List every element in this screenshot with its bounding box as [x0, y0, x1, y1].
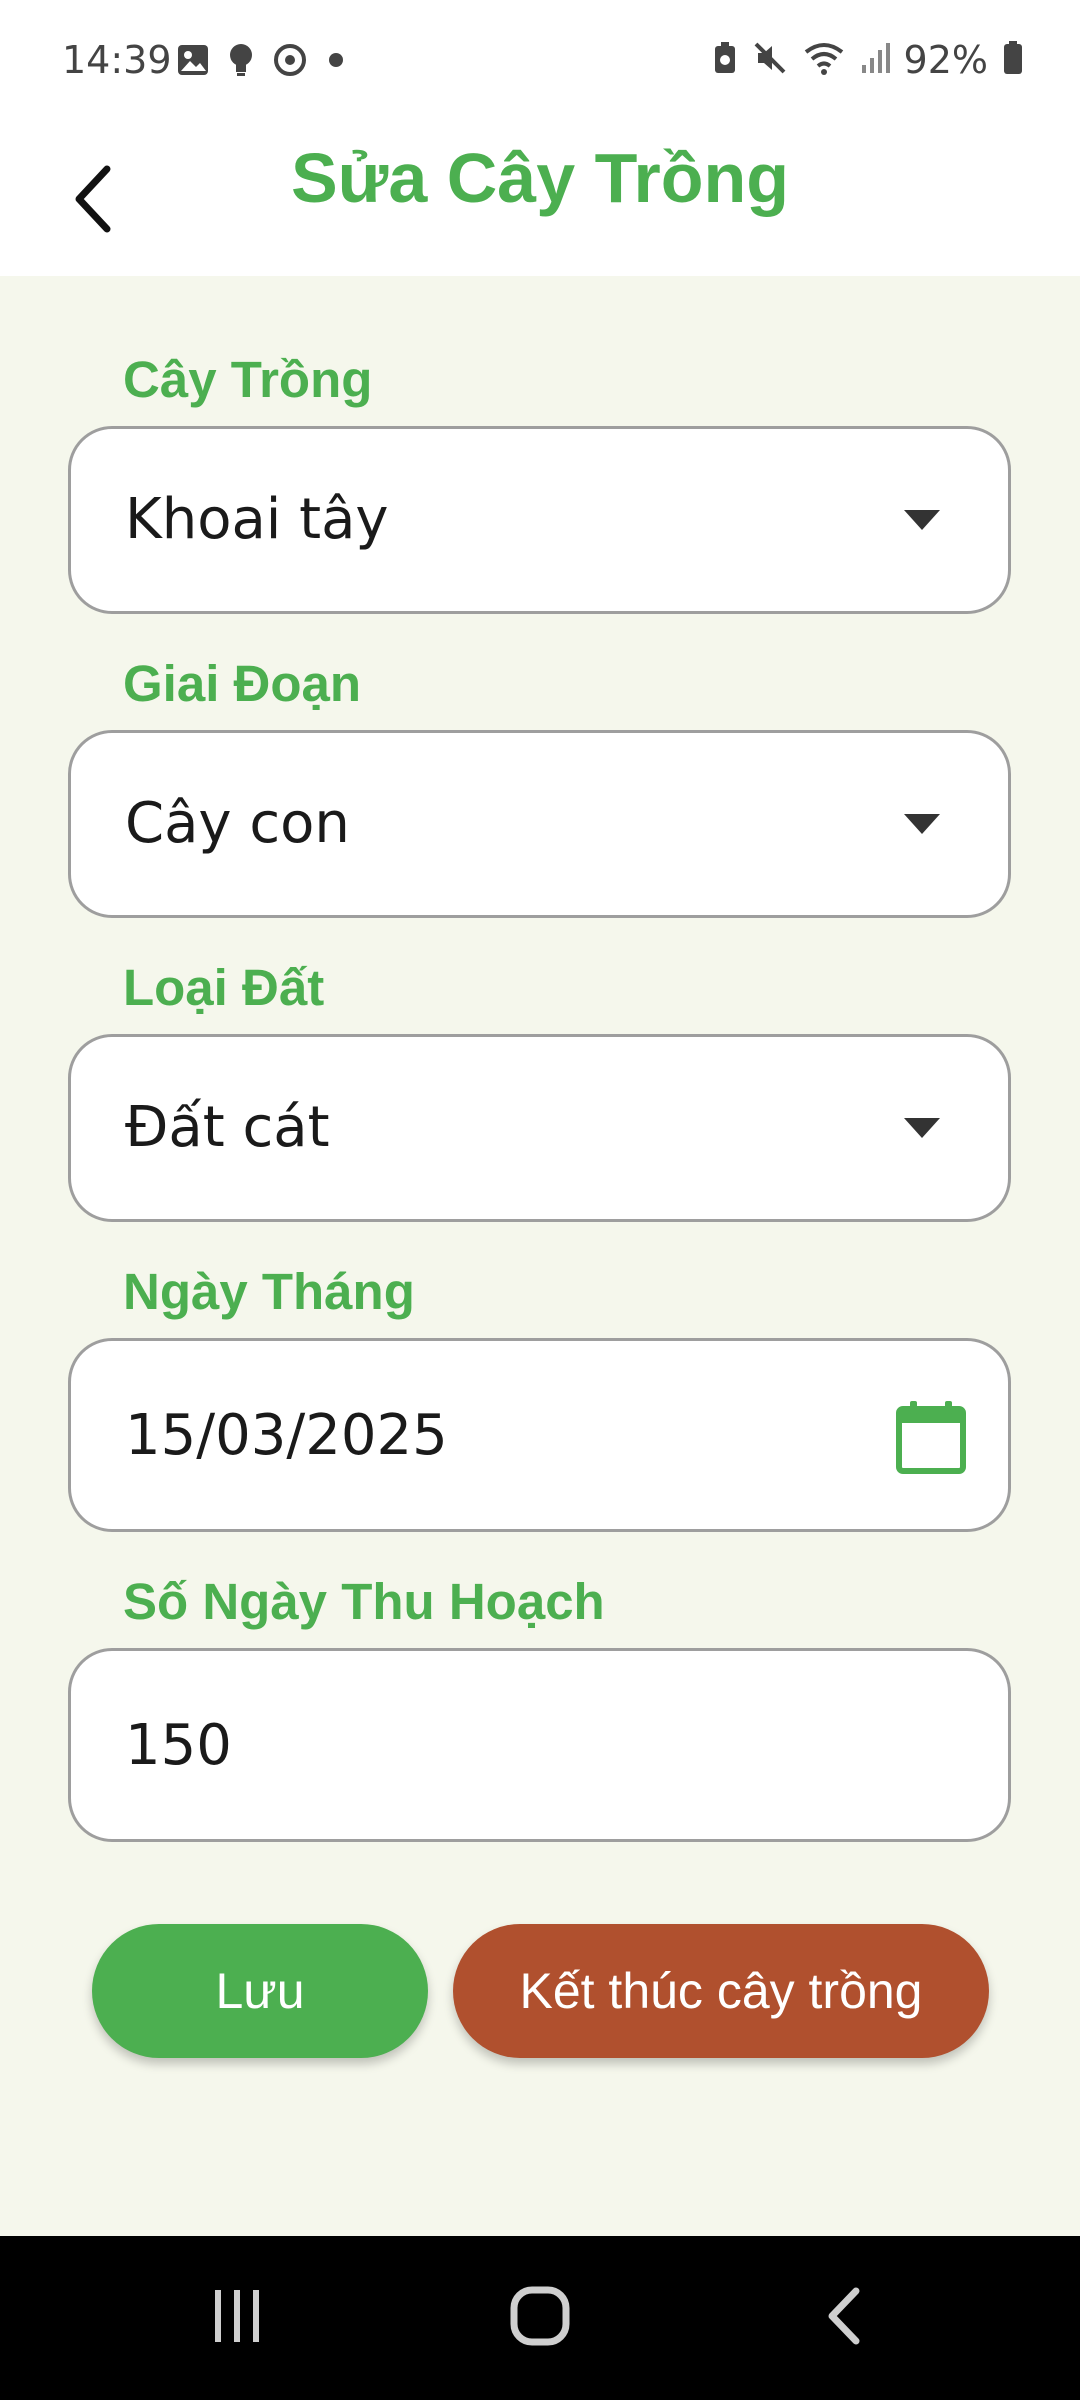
save-button[interactable]: Lưu: [92, 1924, 428, 2058]
date-field[interactable]: 15/03/2025: [68, 1338, 1011, 1532]
date-value: 15/03/2025: [125, 1403, 448, 1468]
battery-percent: 92%: [903, 38, 988, 82]
stage-label: Giai Đoạn: [123, 655, 362, 712]
status-left-icons: [176, 42, 346, 83]
harvest-days-input[interactable]: 150: [68, 1648, 1011, 1842]
lightbulb-icon: [228, 42, 254, 83]
crop-label: Cây Trồng: [123, 351, 373, 408]
harvest-days-label: Số Ngày Thu Hoạch: [123, 1573, 605, 1630]
recent-apps-button[interactable]: [177, 2266, 297, 2366]
battery-icon: [1002, 40, 1024, 81]
status-right: 92%: [712, 38, 1024, 82]
home-button[interactable]: [480, 2266, 600, 2366]
chevron-left-icon: [75, 165, 111, 233]
crop-dropdown[interactable]: Khoai tây: [68, 426, 1011, 614]
soil-label: Loại Đất: [123, 959, 325, 1016]
end-crop-button[interactable]: Kết thúc cây trồng: [453, 1924, 989, 2058]
status-bar: 14:39 92%: [0, 0, 1080, 120]
back-button[interactable]: [40, 144, 150, 254]
chevron-down-icon: [904, 510, 940, 530]
status-time: 14:39: [62, 38, 172, 82]
stage-value: Cây con: [125, 791, 350, 856]
wifi-icon: [802, 40, 846, 81]
stage-dropdown[interactable]: Cây con: [68, 730, 1011, 918]
app-bar: Sửa Cây Trồng: [0, 120, 1080, 276]
battery-saver-icon: [712, 41, 738, 80]
mute-icon: [752, 40, 788, 81]
sync-icon: [272, 42, 308, 83]
home-icon: [510, 2286, 570, 2346]
crop-value: Khoai tây: [125, 487, 389, 552]
soil-dropdown[interactable]: Đất cát: [68, 1034, 1011, 1222]
nav-back-button[interactable]: [784, 2266, 904, 2366]
back-icon: [828, 2287, 860, 2345]
image-icon: [176, 43, 210, 82]
chevron-down-icon: [904, 1118, 940, 1138]
page-title-text: Sửa Cây Trồng: [290, 139, 790, 217]
recent-apps-icon: [215, 2290, 259, 2342]
harvest-days-value: 150: [125, 1713, 232, 1778]
page-title: Sửa Cây Trồng: [0, 138, 1080, 218]
chevron-down-icon: [904, 814, 940, 834]
calendar-icon[interactable]: [894, 1399, 968, 1480]
system-nav-bar: [0, 2236, 1080, 2400]
signal-icon: [860, 41, 890, 80]
date-label: Ngày Tháng: [123, 1263, 415, 1320]
dot-icon: [326, 50, 346, 75]
soil-value: Đất cát: [125, 1095, 330, 1160]
